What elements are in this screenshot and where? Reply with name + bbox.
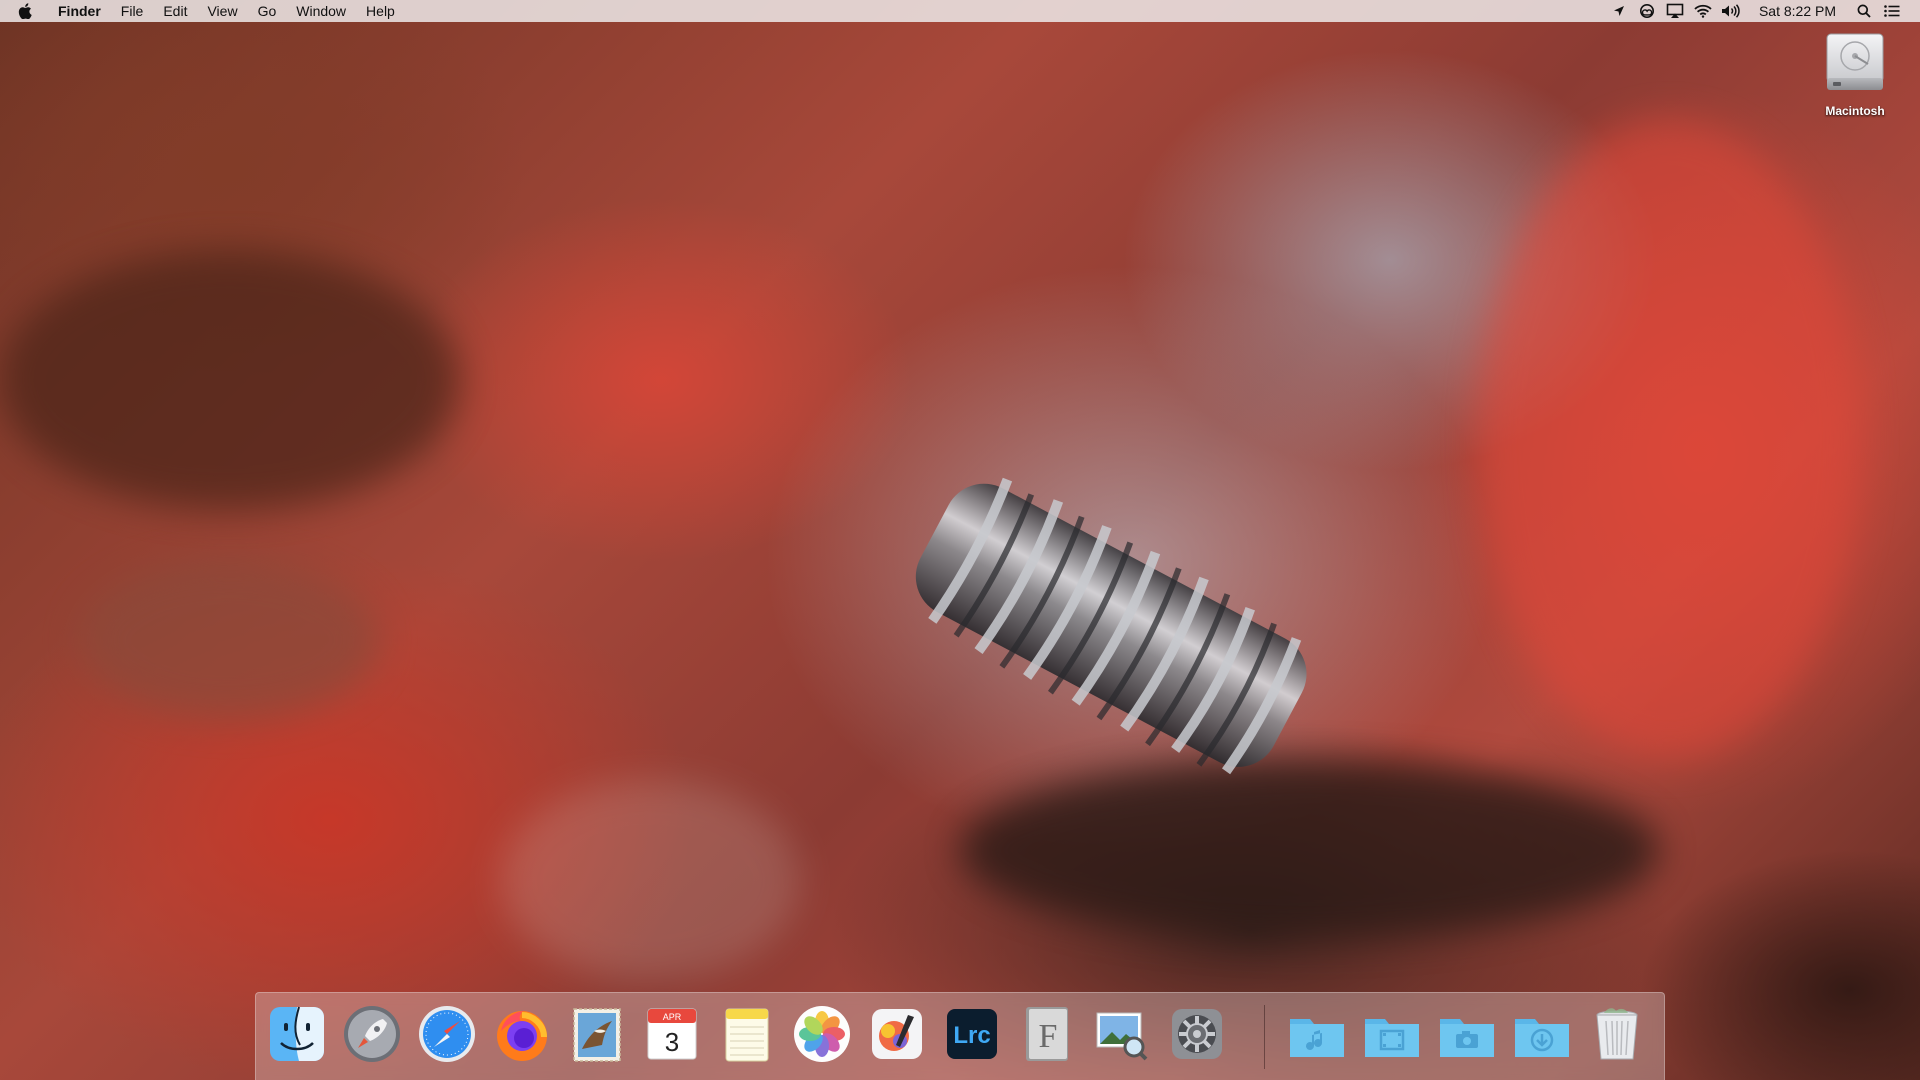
dock-item-movies-folder[interactable]: [1359, 1001, 1425, 1069]
dock-item-notes[interactable]: [714, 1001, 780, 1069]
dock-item-safari[interactable]: [414, 1001, 480, 1069]
menu-window[interactable]: Window: [286, 0, 356, 22]
dock-item-lightroom-classic[interactable]: Lrc: [939, 1001, 1005, 1069]
photos-icon: [794, 1006, 850, 1062]
spotlight-search-icon[interactable]: [1853, 0, 1875, 22]
notification-center-icon[interactable]: [1881, 0, 1903, 22]
music-folder-icon: [1290, 1019, 1344, 1057]
dock-item-pixelmator[interactable]: [864, 1001, 930, 1069]
menu-app-finder[interactable]: Finder: [50, 0, 111, 22]
volume-icon[interactable]: [1720, 0, 1742, 22]
calendar-month-label: APR: [663, 1012, 682, 1022]
menu-file[interactable]: File: [111, 0, 154, 22]
safari-icon: [419, 1006, 475, 1062]
dock-item-music-folder[interactable]: [1284, 1001, 1350, 1069]
dock-item-photos[interactable]: [789, 1001, 855, 1069]
dock-item-trash[interactable]: [1584, 1001, 1650, 1069]
desktop-icon-label: Macintosh: [1825, 104, 1885, 118]
dock: APR 3 Lrc F: [255, 992, 1665, 1080]
desktop-wallpaper: [0, 0, 1920, 1080]
wifi-icon[interactable]: [1692, 0, 1714, 22]
hard-drive-icon: [1823, 30, 1887, 96]
airplay-icon[interactable]: [1664, 0, 1686, 22]
movies-folder-icon: [1365, 1019, 1419, 1057]
calendar-day-label: 3: [665, 1027, 679, 1057]
dock-item-pictures-folder[interactable]: [1434, 1001, 1500, 1069]
dock-item-preview[interactable]: [1089, 1001, 1155, 1069]
desktop-icon-macintosh-hd[interactable]: Macintosh: [1810, 30, 1900, 118]
system-preferences-icon: [1172, 1009, 1222, 1059]
dock-separator: [1264, 1005, 1265, 1069]
firefox-icon: [497, 1011, 547, 1061]
dock-item-mail[interactable]: [564, 1001, 630, 1069]
menu-bar: Finder File Edit View Go Window Help Sat…: [0, 0, 1920, 22]
notes-icon: [725, 1008, 769, 1062]
location-arrow-icon[interactable]: [1608, 0, 1630, 22]
dock-item-launchpad[interactable]: [339, 1001, 405, 1069]
menu-view[interactable]: View: [197, 0, 247, 22]
dock-item-finder[interactable]: [264, 1001, 330, 1069]
lightroom-label: Lrc: [953, 1022, 990, 1049]
menu-go[interactable]: Go: [248, 0, 287, 22]
lightroom-classic-icon: Lrc: [947, 1009, 997, 1059]
dock-item-downloads-folder[interactable]: [1509, 1001, 1575, 1069]
preview-icon: [1096, 1012, 1148, 1061]
dock-item-firefox[interactable]: [489, 1001, 555, 1069]
menu-help[interactable]: Help: [356, 0, 405, 22]
pictures-folder-icon: [1440, 1019, 1494, 1057]
dock-item-font-book[interactable]: F: [1014, 1001, 1080, 1069]
menu-edit[interactable]: Edit: [153, 0, 197, 22]
pixelmator-icon: [872, 1009, 922, 1059]
creative-cloud-icon[interactable]: [1636, 0, 1658, 22]
calendar-icon: APR 3: [647, 1008, 697, 1060]
mail-icon: [573, 1008, 621, 1062]
downloads-folder-icon: [1515, 1019, 1569, 1057]
font-book-icon: F: [1026, 1007, 1068, 1061]
apple-icon[interactable]: [18, 0, 38, 22]
dock-item-calendar[interactable]: APR 3: [639, 1001, 705, 1069]
font-book-label: F: [1039, 1018, 1058, 1055]
launchpad-icon: [344, 1006, 400, 1062]
trash-icon: [1596, 1008, 1638, 1060]
dock-item-system-preferences[interactable]: [1164, 1001, 1230, 1069]
finder-icon: [270, 1006, 324, 1061]
menubar-clock[interactable]: Sat 8:22 PM: [1745, 0, 1850, 22]
vise-screw-illustration: [915, 477, 1307, 775]
